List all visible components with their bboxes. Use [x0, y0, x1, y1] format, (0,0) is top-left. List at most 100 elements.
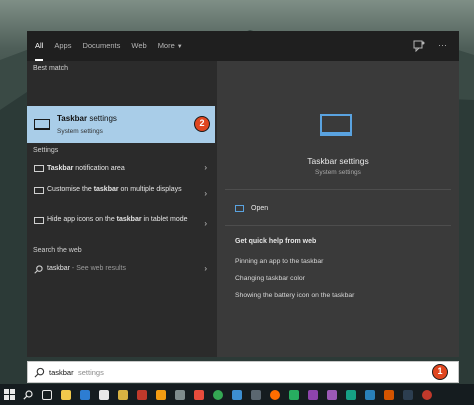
taskbar-app[interactable]	[228, 386, 246, 404]
search-icon	[34, 265, 43, 274]
help-link[interactable]: Pinning an app to the taskbar	[235, 258, 323, 265]
web-result-item[interactable]: taskbar - See web results ›	[27, 262, 215, 278]
setting-item-label-rest: on multiple displays	[118, 186, 182, 193]
chrome-icon	[213, 389, 223, 400]
windows-start-button[interactable]	[0, 386, 18, 404]
task-view-button[interactable]	[38, 386, 56, 404]
taskbar-app[interactable]	[133, 386, 151, 404]
monitor-icon	[34, 119, 50, 130]
taskbar-app[interactable]	[190, 386, 208, 404]
taskbar-search-button[interactable]	[19, 386, 37, 404]
app-icon	[327, 389, 337, 400]
more-icon[interactable]: ···	[438, 39, 447, 51]
result-details: Taskbar settings System settings Open Ge…	[217, 61, 459, 357]
taskbar	[0, 384, 474, 405]
taskbar-app[interactable]	[342, 386, 360, 404]
best-match-title: Taskbar settings	[57, 114, 117, 123]
best-match-title-bold: Taskbar	[57, 114, 88, 123]
taskbar-app[interactable]	[76, 386, 94, 404]
taskbar-app[interactable]	[380, 386, 398, 404]
best-match-item[interactable]: Taskbar settings System settings 2	[27, 106, 215, 143]
tab-apps[interactable]: Apps	[54, 31, 71, 61]
app-icon	[137, 389, 147, 400]
divider	[225, 225, 451, 226]
app-icon	[175, 389, 185, 400]
details-title: Taskbar settings	[307, 156, 369, 166]
app-icon	[365, 389, 375, 400]
setting-item-label-rest: in tablet mode	[141, 216, 188, 223]
help-link[interactable]: Showing the battery icon on the taskbar	[235, 292, 354, 299]
setting-item-label-pre: Hide app icons on the	[47, 216, 117, 223]
search-input[interactable]: taskbar settings 1	[27, 361, 459, 383]
step-badge-2: 2	[194, 116, 210, 132]
app-icon	[251, 389, 261, 400]
divider	[225, 189, 451, 190]
taskbar-app[interactable]	[209, 386, 227, 404]
taskbar-app[interactable]	[418, 386, 436, 404]
step-badge-1: 1	[432, 364, 448, 380]
taskbar-app[interactable]	[323, 386, 341, 404]
tab-all[interactable]: All	[35, 31, 44, 61]
help-link[interactable]: Changing taskbar color	[235, 275, 305, 282]
monitor-icon	[34, 217, 44, 224]
mail-icon	[80, 389, 90, 400]
web-result-label: taskbar - See web results	[47, 265, 126, 272]
setting-item-label: Taskbar notification area	[47, 164, 197, 174]
web-result-query: taskbar	[47, 265, 70, 272]
setting-item-label-bold: taskbar	[116, 216, 142, 223]
windows-icon	[3, 389, 15, 400]
filter-tabs: All Apps Documents Web More ▼ ···	[27, 31, 459, 61]
monitor-icon	[320, 114, 352, 136]
monitor-icon	[34, 165, 44, 172]
setting-item-multiple-displays[interactable]: Customise the taskbar on multiple displa…	[27, 183, 215, 207]
web-result-hint: - See web results	[69, 265, 126, 272]
app-icon	[289, 389, 299, 400]
best-match-subtitle: System settings	[57, 128, 103, 135]
taskbar-app[interactable]	[285, 386, 303, 404]
taskbar-app[interactable]	[95, 386, 113, 404]
section-search-web: Search the web	[33, 247, 82, 254]
app-icon	[156, 389, 166, 400]
start-search-panel: All Apps Documents Web More ▼ ··· Best ma…	[27, 31, 459, 357]
setting-item-tablet-mode[interactable]: Hide app icons on the taskbar in tablet …	[27, 213, 215, 237]
app-icon	[403, 389, 413, 400]
results-list: Best match Taskbar settings System setti…	[27, 61, 217, 357]
setting-item-label: Hide app icons on the taskbar in tablet …	[47, 215, 197, 225]
monitor-icon	[34, 187, 44, 194]
taskbar-app[interactable]	[57, 386, 75, 404]
help-title: Get quick help from web	[235, 238, 317, 245]
task-view-icon	[42, 389, 52, 400]
tab-documents[interactable]: Documents	[82, 31, 120, 61]
tab-web[interactable]: Web	[131, 31, 146, 61]
chevron-right-icon: ›	[204, 163, 207, 172]
taskbar-app[interactable]	[247, 386, 265, 404]
search-icon	[34, 367, 45, 378]
setting-item-label-bold: taskbar	[93, 186, 119, 193]
feedback-icon[interactable]	[413, 40, 425, 52]
app-icon	[194, 389, 204, 400]
search-suggestion-text: settings	[78, 368, 104, 377]
taskbar-app[interactable]	[171, 386, 189, 404]
chevron-right-icon: ›	[204, 264, 207, 273]
setting-item-label-pre: Customise the	[47, 186, 94, 193]
chevron-right-icon: ›	[204, 219, 207, 228]
chevron-down-icon: ▼	[176, 43, 183, 50]
chevron-right-icon: ›	[204, 189, 207, 198]
section-settings: Settings	[33, 147, 59, 154]
app-icon	[232, 389, 242, 400]
app-icon	[118, 389, 128, 400]
taskbar-app[interactable]	[304, 386, 322, 404]
app-icon	[422, 389, 432, 400]
taskbar-app[interactable]	[152, 386, 170, 404]
tab-more[interactable]: More ▼	[158, 31, 183, 62]
setting-item-notification-area[interactable]: Taskbar notification area ›	[27, 161, 215, 177]
search-icon	[23, 389, 33, 400]
setting-item-label-rest: notification area	[73, 165, 125, 172]
setting-item-label-bold: Taskbar	[47, 165, 74, 172]
taskbar-app[interactable]	[399, 386, 417, 404]
search-typed-text: taskbar	[49, 368, 74, 377]
taskbar-app[interactable]	[361, 386, 379, 404]
taskbar-app[interactable]	[266, 386, 284, 404]
app-icon	[346, 389, 356, 400]
taskbar-app[interactable]	[114, 386, 132, 404]
